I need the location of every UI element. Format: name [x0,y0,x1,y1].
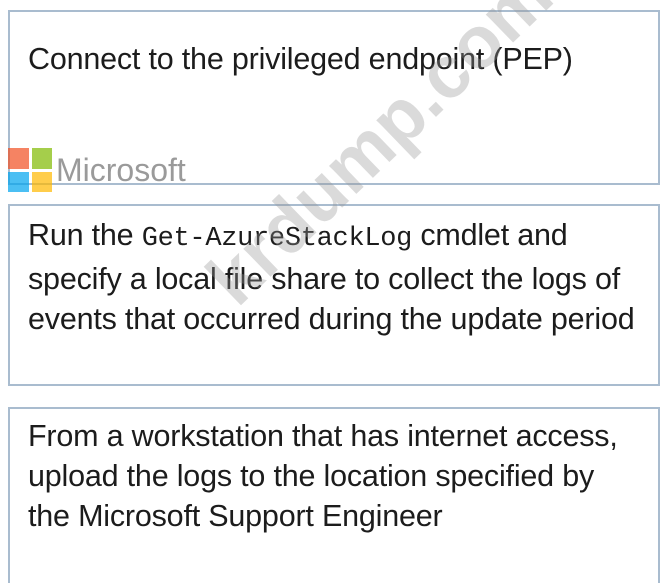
microsoft-logo-icon [8,148,52,192]
step-text-get-azurestacklog: Run the Get-AzureStackLog cmdlet and spe… [28,206,640,339]
logo-square-blue [8,171,29,192]
step-card-get-azurestacklog[interactable]: Run the Get-AzureStackLog cmdlet and spe… [8,204,660,386]
logo-square-green [31,148,52,169]
logo-square-yellow [31,171,52,192]
cmdlet-name: Get-AzureStackLog [141,224,413,254]
step-text-connect-pep: Connect to the privileged endpoint (PEP) [28,42,573,76]
step-text-upload-logs: From a workstation that has internet acc… [28,419,618,533]
microsoft-logo: Microsoft [8,148,186,192]
logo-square-red [8,148,29,169]
microsoft-logo-text: Microsoft [56,151,186,188]
step-card-upload-logs[interactable]: From a workstation that has internet acc… [8,407,660,583]
step-text-prefix: Run the [28,218,142,252]
